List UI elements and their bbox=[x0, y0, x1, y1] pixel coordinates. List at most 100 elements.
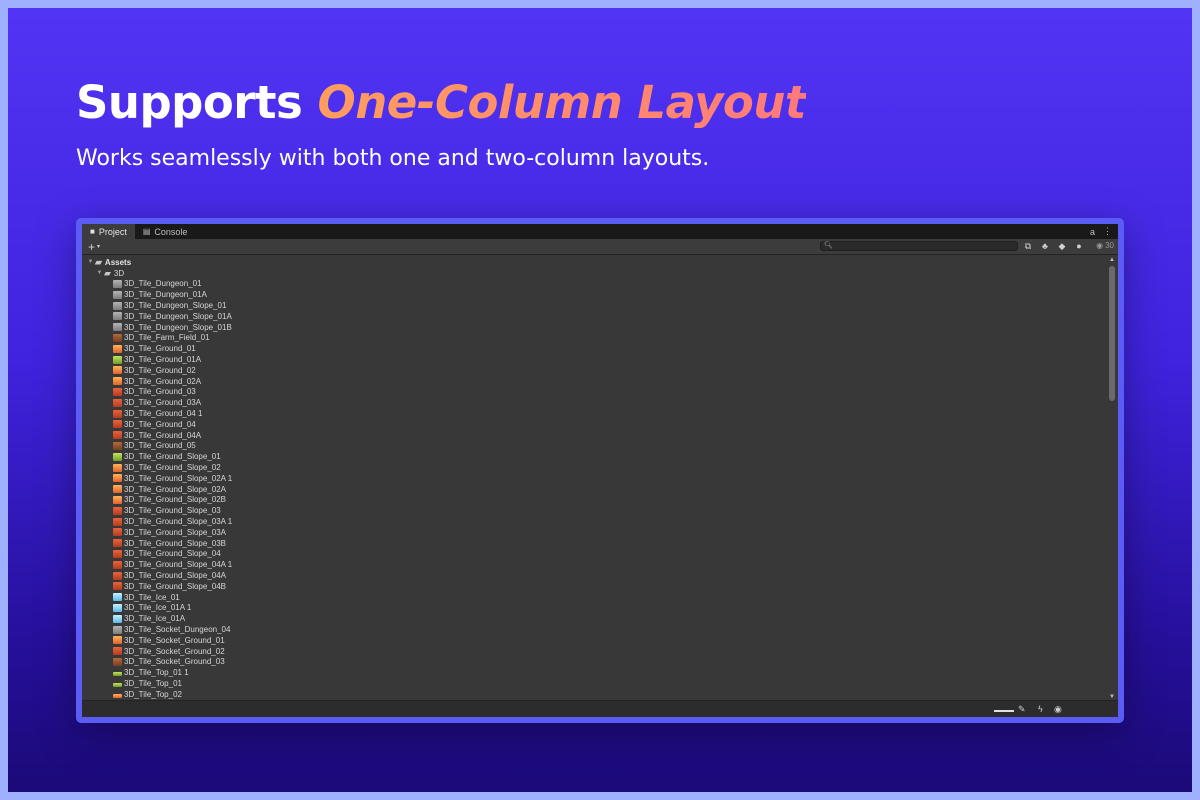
tree-item-label: 3D_Tile_Ground_02 bbox=[124, 365, 196, 375]
prefab-icon bbox=[113, 463, 122, 472]
tree-item[interactable]: 3D_Tile_Socket_Dungeon_04 bbox=[113, 624, 230, 635]
tag-icon[interactable]: ◆ bbox=[1056, 240, 1068, 252]
tree-item-label: 3D_Tile_Ground_Slope_02A 1 bbox=[124, 473, 233, 483]
eyedropper-icon[interactable]: ✎ bbox=[1018, 703, 1026, 715]
tree-item[interactable]: 3D_Tile_Ground_Slope_02 bbox=[113, 462, 221, 473]
tree-item[interactable]: 3D_Tile_Ground_Slope_02A 1 bbox=[113, 473, 232, 484]
tree-item[interactable]: 3D_Tile_Socket_Ground_01 bbox=[113, 635, 225, 646]
tree-item[interactable]: 3D_Tile_Top_01 bbox=[113, 678, 182, 689]
tree-item[interactable]: 3D_Tile_Ice_01A 1 bbox=[113, 603, 191, 614]
icon-size-slider[interactable] bbox=[994, 710, 1014, 712]
tree-item[interactable]: 3D_Tile_Ground_Slope_02B bbox=[113, 495, 226, 506]
create-button[interactable]: + bbox=[88, 241, 95, 253]
tree-item[interactable]: 3D_Tile_Dungeon_Slope_01B bbox=[113, 322, 232, 333]
hidden-packages-toggle[interactable]: ◉ 30 bbox=[1096, 241, 1114, 250]
tree-item-label: 3D_Tile_Ground_04 1 bbox=[124, 409, 203, 419]
tree-item-label: 3D_Tile_Ice_01A 1 bbox=[124, 603, 192, 613]
tree-item[interactable]: 3D_Tile_Ground_Slope_04 bbox=[113, 549, 221, 560]
tab-tools: a ⋮ bbox=[1090, 224, 1118, 239]
tree-item-label: 3D_Tile_Ground_Slope_02 bbox=[124, 463, 221, 473]
tree-item[interactable]: 3D_Tile_Farm_Field_01 bbox=[113, 333, 210, 344]
vertical-scrollbar[interactable]: ▲ ▼ bbox=[1106, 257, 1118, 700]
scroll-up-arrow-icon[interactable]: ▲ bbox=[1109, 257, 1115, 263]
tree-item[interactable]: 3D_Tile_Ground_Slope_03B bbox=[113, 538, 226, 549]
tree-item[interactable]: 3D_Tile_Ground_01 bbox=[113, 343, 196, 354]
tree-item-label: 3D_Tile_Socket_Ground_02 bbox=[124, 646, 225, 656]
tree-item[interactable]: 3D_Tile_Ground_Slope_03 bbox=[113, 505, 221, 516]
tree-item[interactable]: 3D_Tile_Ground_03A bbox=[113, 397, 201, 408]
tree-item-label: 3D_Tile_Ice_01 bbox=[124, 592, 180, 602]
search-by-type-icon[interactable]: ⧉ bbox=[1022, 240, 1034, 252]
tab-console-label: Console bbox=[154, 226, 188, 237]
tree-item[interactable]: 3D_Tile_Ground_01A bbox=[113, 354, 201, 365]
chevron-down-icon[interactable]: ▾ bbox=[97, 243, 100, 250]
tree-item[interactable]: 3D_Tile_Ground_Slope_01 bbox=[113, 451, 221, 462]
search-input[interactable]: 🔍︎ bbox=[820, 241, 1018, 251]
tree-item-label: 3D_Tile_Socket_Ground_01 bbox=[124, 635, 225, 645]
folder-open-icon: ▰ bbox=[104, 267, 111, 278]
tree-item[interactable]: 3D_Tile_Ice_01A bbox=[113, 613, 185, 624]
tree-item-label: 3D_Tile_Ground_Slope_03A 1 bbox=[124, 517, 233, 527]
prefab-icon bbox=[113, 614, 122, 623]
tree-folder-3d[interactable]: ▼ ▰ 3D bbox=[95, 267, 125, 279]
prefab-icon bbox=[113, 560, 122, 569]
tree-item[interactable]: 3D_Tile_Ground_Slope_02A bbox=[113, 484, 226, 495]
headline-lead: Supports bbox=[76, 76, 318, 129]
scrollbar-thumb[interactable] bbox=[1109, 266, 1115, 401]
tree-item[interactable]: 3D_Tile_Ground_Slope_03A 1 bbox=[113, 516, 232, 527]
tree-item-label: 3D_Tile_Ground_02A bbox=[124, 376, 202, 386]
prefab-icon bbox=[113, 344, 122, 353]
lightning-icon[interactable]: ϟ bbox=[1038, 703, 1043, 715]
search-by-label-icon[interactable]: ♣ bbox=[1039, 240, 1051, 252]
tree-item[interactable]: 3D_Tile_Socket_Ground_03 bbox=[113, 657, 225, 668]
foldout-arrow-icon[interactable]: ▼ bbox=[86, 259, 95, 265]
tree-root-assets[interactable]: ▼ ▰ Assets bbox=[86, 257, 132, 268]
tree-item[interactable]: 3D_Tile_Ground_02A bbox=[113, 376, 201, 387]
prefab-icon bbox=[113, 517, 122, 526]
tree-item[interactable]: 3D_Tile_Ground_04 bbox=[113, 419, 196, 430]
tree-item[interactable]: 3D_Tile_Top_01 1 bbox=[113, 667, 189, 678]
tree-item-label: 3D_Tile_Ground_Slope_03B bbox=[124, 538, 226, 548]
info-icon[interactable]: ● bbox=[1073, 240, 1085, 252]
tab-project[interactable]: ■ Project bbox=[82, 224, 135, 239]
tree-item-label: 3D_Tile_Ground_Slope_04B bbox=[124, 581, 226, 591]
hidden-count: 30 bbox=[1105, 241, 1114, 250]
menu-dots-icon[interactable]: ⋮ bbox=[1103, 226, 1112, 237]
tree-item[interactable]: 3D_Tile_Ground_Slope_03A bbox=[113, 527, 226, 538]
tree-item-label: 3D_Tile_Ground_Slope_03 bbox=[124, 506, 221, 516]
tab-project-label: Project bbox=[98, 226, 127, 237]
tab-bar: ■ Project ▤ Console a ⋮ bbox=[82, 224, 1118, 239]
tab-console[interactable]: ▤ Console bbox=[135, 224, 196, 239]
prefab-icon bbox=[113, 528, 122, 537]
prefab-icon bbox=[113, 301, 122, 310]
tree-item[interactable]: 3D_Tile_Ground_04A bbox=[113, 430, 201, 441]
tree-item[interactable]: 3D_Tile_Ground_Slope_04B bbox=[113, 581, 226, 592]
eye-icon[interactable]: ◉ bbox=[1054, 703, 1062, 715]
console-icon: ▤ bbox=[142, 226, 151, 236]
tree-item[interactable]: 3D_Tile_Dungeon_01A bbox=[113, 289, 207, 300]
prefab-icon bbox=[113, 312, 122, 321]
foldout-arrow-icon[interactable]: ▼ bbox=[95, 270, 104, 276]
prefab-icon bbox=[113, 279, 122, 288]
prefab-icon bbox=[113, 441, 122, 450]
tree-item[interactable]: 3D_Tile_Ground_03 bbox=[113, 387, 196, 398]
tree-item[interactable]: 3D_Tile_Dungeon_Slope_01 bbox=[113, 300, 226, 311]
tree-item[interactable]: 3D_Tile_Ground_Slope_04A 1 bbox=[113, 559, 232, 570]
tree-item[interactable]: 3D_Tile_Ground_04 1 bbox=[113, 408, 202, 419]
tree-item[interactable]: 3D_Tile_Dungeon_Slope_01A bbox=[113, 311, 232, 322]
tree-item[interactable]: 3D_Tile_Dungeon_01 bbox=[113, 279, 202, 290]
tree-item[interactable]: 3D_Tile_Ice_01 bbox=[113, 592, 180, 603]
prefab-icon bbox=[113, 290, 122, 299]
lock-icon[interactable]: a bbox=[1090, 227, 1095, 237]
search-icon: 🔍︎ bbox=[824, 242, 833, 249]
tree-item[interactable]: 3D_Tile_Ground_02 bbox=[113, 365, 196, 376]
tree-item-label: 3D_Tile_Ground_03A bbox=[124, 398, 202, 408]
tree-item[interactable]: 3D_Tile_Ground_Slope_04A bbox=[113, 570, 226, 581]
prefab-icon bbox=[113, 582, 122, 591]
tree-item-label: 3D_Tile_Dungeon_01A bbox=[124, 290, 207, 300]
tree-item[interactable]: 3D_Tile_Socket_Ground_02 bbox=[113, 646, 225, 657]
tree-item[interactable]: 3D_Tile_Top_02 bbox=[113, 689, 182, 700]
prefab-icon bbox=[113, 474, 122, 483]
prefab-icon bbox=[113, 398, 122, 407]
tree-item[interactable]: 3D_Tile_Ground_05 bbox=[113, 441, 196, 452]
